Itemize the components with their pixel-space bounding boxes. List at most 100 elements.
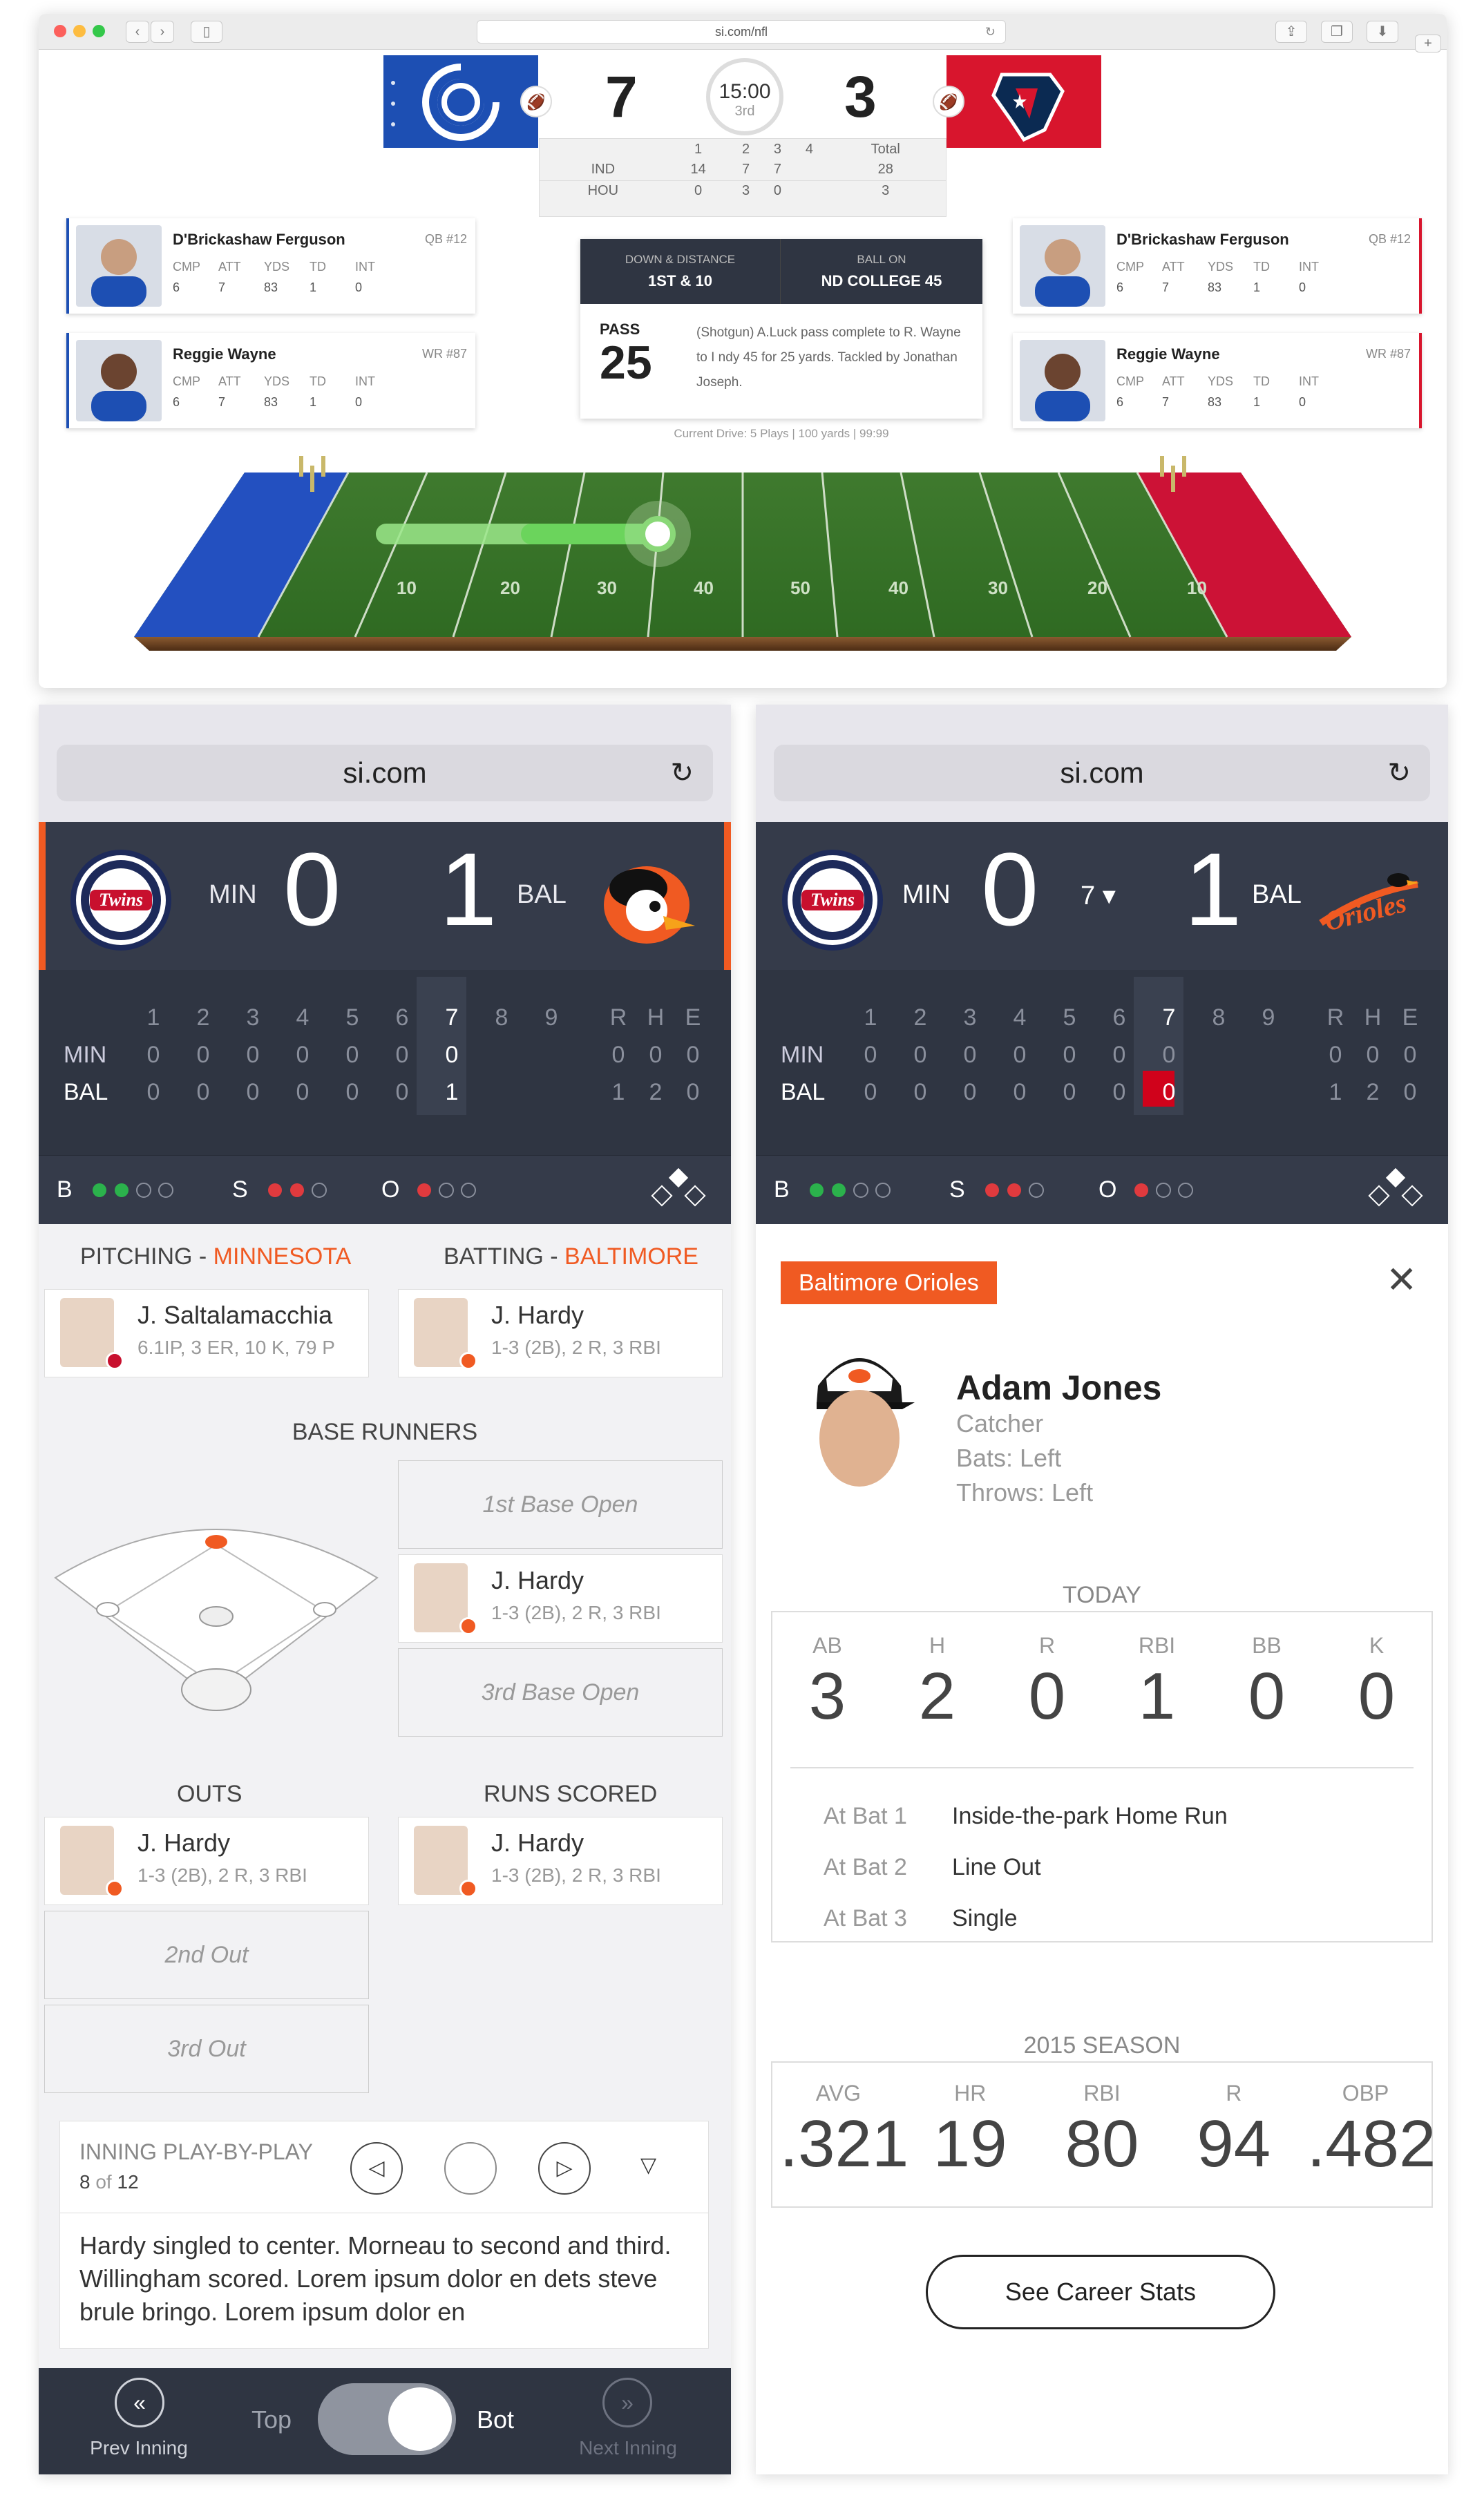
svg-text:Twins: Twins [99,890,143,910]
count-bar: B S O [39,1155,731,1224]
balls-dots [93,1183,173,1198]
see-career-stats-button[interactable]: See Career Stats [926,2255,1275,2329]
yard-number: 40 [888,578,909,598]
player-name: Adam Jones [956,1368,1162,1407]
yard-number: 20 [500,578,520,598]
url-text: si.com/nfl [714,25,768,39]
third-out-slot: 3rd Out [44,2005,369,2093]
toggle-knob [388,2387,452,2451]
stat-headers: CMP ATT YDS TD INT [1116,260,1319,274]
bases-diamond-icon [651,1168,706,1207]
linescore: 123456789 RHE MIN 0000000 000 BAL 000000… [756,970,1448,1155]
address-bar[interactable]: si.com ↻ [774,745,1430,801]
score-cell: 3 [741,182,750,198]
tabs-icon[interactable]: ❐ [1321,21,1353,43]
stat-hr: HR 19 [933,2081,1007,2181]
prev-inning-icon[interactable]: « [115,2378,164,2427]
player-photo [1020,340,1105,421]
stat-obp: OBP .482 [1306,2081,1436,2181]
player-name: J. Hardy [491,1829,584,1857]
previous-play-button[interactable]: ◁ [350,2142,403,2195]
close-window-icon[interactable] [54,25,66,37]
outs-dots [417,1183,476,1198]
outs-title: OUTS [177,1781,242,1807]
player-photo [76,225,162,307]
top-bot-toggle[interactable] [318,2383,456,2455]
run-scored-card[interactable]: J. Hardy 1-3 (2B), 2 R, 3 RBI [398,1817,723,1905]
innings-header: 123456789 RHE [146,1004,701,1031]
today-title: TODAY [1063,1582,1141,1608]
away-score: 0 [981,831,1039,947]
prev-inning-label[interactable]: Prev Inning [59,2437,218,2459]
new-tab-icon[interactable]: + [1415,35,1441,52]
next-inning-label[interactable]: Next Inning [549,2437,707,2459]
player-card[interactable]: Reggie Wayne WR #87 CMP ATT YDS TD INT 6 7 83 1… [66,333,475,428]
browser-bar: si.com ↻ [756,705,1448,822]
player-stats: 1-3 (2B), 2 R, 3 RBI [491,1864,661,1886]
stat-values: 6 7 83 1 0 [173,395,363,409]
scoreboard: Twins MIN 0 1 BAL 123456789 RHE MIN 0000… [39,822,731,1224]
mlb-gamecast-phone: si.com ↻ Twins MIN 0 1 BAL 123456789 RHE [39,705,731,2474]
share-icon[interactable]: ⇪ [1275,21,1307,43]
stat-season-rbi: RBI 80 [1065,2081,1139,2181]
strikes-dots [985,1183,1044,1198]
reload-icon[interactable]: ↻ [985,21,996,43]
player-position: WR #87 [421,347,467,361]
scoreboard-header: Twins MIN 0 7 ▾ 1 BAL Orioles [756,822,1448,970]
player-card[interactable]: D'Brickashaw Ferguson QB #12 CMP ATT YDS TD… [1013,218,1422,314]
inning-selector[interactable]: 7 ▾ [1081,880,1116,911]
player-card[interactable]: D'Brickashaw Ferguson QB #12 CMP ATT YDS TD… [66,218,475,314]
expand-icon[interactable]: ▽ [640,2153,656,2177]
divider [790,1767,1414,1768]
player-stats: 1-3 (2B), 2 R, 3 RBI [137,1864,307,1886]
download-icon[interactable]: ⬇ [1367,21,1398,43]
home-score: 1 [1184,831,1242,947]
stat-h: H2 [918,1633,956,1733]
forward-icon[interactable]: › [151,21,174,43]
player-name: J. Saltalamacchia [137,1301,333,1329]
linescore-row: IND 14 7 7 28 [540,160,946,180]
replay-button[interactable] [444,2142,497,2195]
url-text: si.com [343,756,427,789]
svg-text:Twins: Twins [810,890,855,910]
reload-icon[interactable]: ↻ [670,745,694,801]
address-bar[interactable]: si.com/nfl ↻ [477,20,1006,44]
batter-card[interactable]: J. Hardy 1-3 (2B), 2 R, 3 RBI [398,1289,723,1377]
football-field: 10 20 30 40 50 40 30 20 10 [134,455,1351,656]
next-play-button[interactable]: ▷ [538,2142,591,2195]
linescore-row-min: MIN 0000000 000 [64,1042,700,1068]
back-icon[interactable]: ‹ [126,21,149,43]
minimize-window-icon[interactable] [73,25,86,37]
football-icon: 🏈 [933,86,964,117]
stat-values: 6 7 83 1 0 [173,280,363,294]
yard-number: 20 [1087,578,1107,598]
toggle-bot-label: Bot [477,2405,515,2434]
team-dot [106,1352,124,1370]
base-runners-title: BASE RUNNERS [292,1419,478,1445]
player-card[interactable]: Reggie Wayne WR #87 CMP ATT YDS TD INT 6 7 83 1… [1013,333,1422,428]
player-stats: 1-3 (2B), 2 R, 3 RBI [491,1337,661,1358]
address-bar[interactable]: si.com ↻ [57,745,713,801]
total-cell: 3 [882,182,890,198]
second-base-runner-card[interactable]: J. Hardy 1-3 (2B), 2 R, 3 RBI [398,1554,723,1643]
reload-icon[interactable]: ↻ [1387,745,1411,801]
next-inning-icon[interactable]: » [602,2378,652,2427]
header-cell [540,139,667,160]
count-bar: B S O [756,1155,1448,1224]
home-score: 1 [439,831,497,947]
twins-logo: Twins [782,850,883,951]
player-stats: 6.1IP, 3 ER, 10 K, 79 P [137,1337,335,1358]
third-base-slot: 3rd Base Open [398,1648,723,1737]
sidebar-icon[interactable]: ▯ [191,21,222,43]
zoom-window-icon[interactable] [93,25,105,37]
team-dot [459,1352,477,1370]
stat-ab: AB 3 [808,1633,846,1733]
player-name: J. Hardy [137,1829,231,1857]
drive-panel: DOWN & DISTANCE 1ST & 10 BALL ON ND COLL… [580,239,982,419]
down-distance-bar: DOWN & DISTANCE 1ST & 10 BALL ON ND COLL… [580,239,982,304]
season-stat-row: AVG .321 HR 19 RBI 80 R 94 OBP .482 [772,2081,1436,2182]
out-card[interactable]: J. Hardy 1-3 (2B), 2 R, 3 RBI [44,1817,369,1905]
close-icon[interactable]: ✕ [1386,1261,1417,1299]
url-text: si.com [1060,756,1144,789]
pitcher-card[interactable]: J. Saltalamacchia 6.1IP, 3 ER, 10 K, 79 … [44,1289,369,1377]
